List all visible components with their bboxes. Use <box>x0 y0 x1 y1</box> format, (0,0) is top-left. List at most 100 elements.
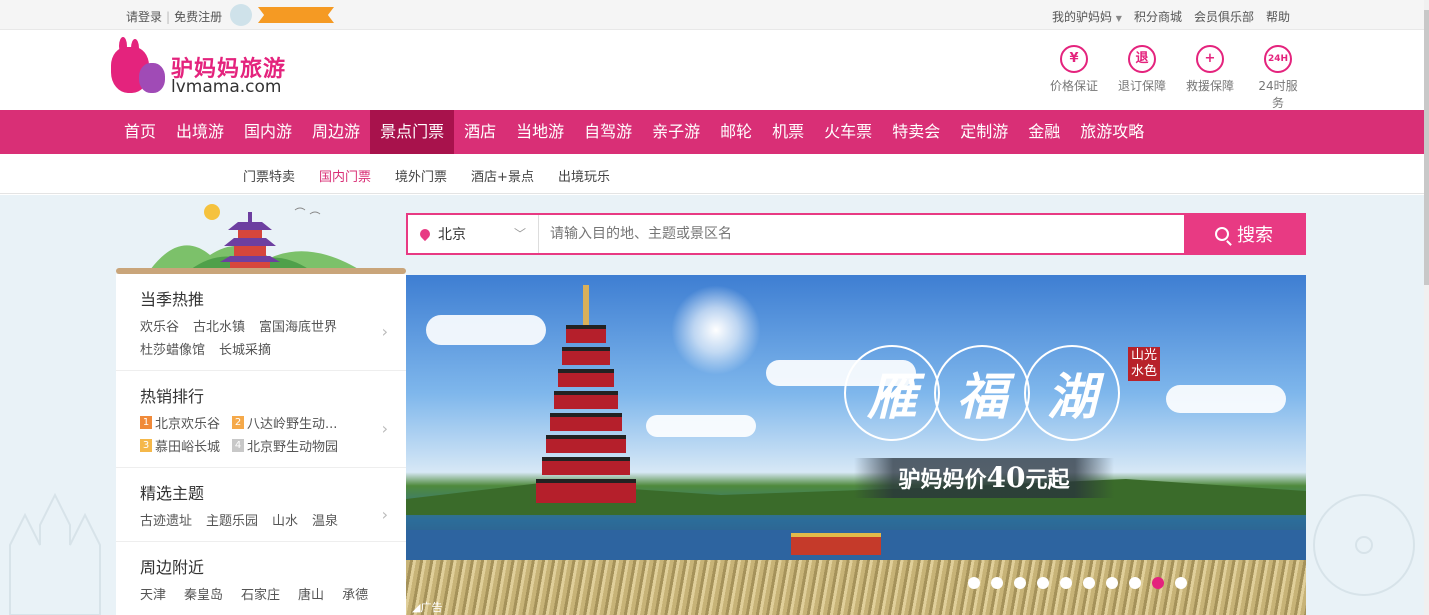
link-item[interactable]: 长城采摘 <box>219 339 271 358</box>
carousel-dot[interactable] <box>1083 577 1095 589</box>
guarantee-rescue[interactable]: + 救援保障 <box>1185 45 1235 111</box>
nav-flights[interactable]: 机票 <box>762 110 814 154</box>
cloud <box>1166 385 1286 413</box>
promo-badge[interactable] <box>230 4 334 26</box>
rank-name: 北京野生动物园 <box>247 440 339 455</box>
nav-local[interactable]: 当地游 <box>506 110 574 154</box>
nav-tickets[interactable]: 景点门票 <box>370 110 455 160</box>
link-item[interactable]: 富国海底世界 <box>259 316 337 335</box>
search-icon <box>1215 227 1229 241</box>
guarantee-label: 退订保障 <box>1117 79 1166 93</box>
nav-selfdrive[interactable]: 自驾游 <box>574 110 642 154</box>
my-account-menu[interactable]: 我的驴妈妈 ▼ <box>1052 8 1122 25</box>
price-prefix: 驴妈妈价 <box>898 467 987 493</box>
nav-guides[interactable]: 旅游攻略 <box>1070 110 1154 154</box>
nav-outbound[interactable]: 出境游 <box>166 110 234 154</box>
link-item[interactable]: 秦皇岛 <box>184 584 223 603</box>
rank-item[interactable]: 2 八达岭野生动... <box>232 413 337 432</box>
link-item[interactable]: 杜莎蜡像馆 <box>140 339 205 358</box>
location-pin-icon <box>417 226 433 242</box>
link-item[interactable]: 唐山 <box>298 584 324 603</box>
page-scrollbar[interactable] <box>1424 0 1429 615</box>
city-label: 北京 <box>438 227 466 243</box>
price-value: 40 <box>986 461 1026 494</box>
carousel-dot[interactable] <box>1175 577 1187 589</box>
rescue-icon: + <box>1196 45 1224 73</box>
chevron-right-icon[interactable]: › <box>382 505 388 524</box>
subnav-overseas-fun[interactable]: 出境玩乐 <box>558 166 610 185</box>
guarantee-24h[interactable]: 24H 24时服务 <box>1253 45 1303 111</box>
title-char: 福 <box>934 345 1030 441</box>
nav-trains[interactable]: 火车票 <box>814 110 882 154</box>
section-themes: 精选主题 古迹遗址 主题乐园 山水 温泉 › <box>116 468 406 542</box>
pagoda-tier <box>558 369 614 387</box>
nav-sale[interactable]: 特卖会 <box>882 110 950 154</box>
site-logo[interactable]: 驴妈妈旅游 lvmama.com <box>111 37 301 99</box>
search-input[interactable] <box>540 215 1186 253</box>
carousel-dot[interactable] <box>1037 577 1049 589</box>
subnav-domestic-tickets[interactable]: 国内门票 <box>319 166 371 185</box>
link-item[interactable]: 承德 <box>342 584 368 603</box>
carousel-dot[interactable] <box>991 577 1003 589</box>
ferris-wheel-decoration-icon <box>1313 494 1415 596</box>
refund-icon: 退 <box>1128 45 1156 73</box>
sub-nav: 门票特卖 国内门票 境外门票 酒店+景点 出境玩乐 <box>0 154 1424 194</box>
rank-item[interactable]: 3 慕田峪长城 <box>140 436 220 455</box>
logo-donkey-small <box>139 63 165 93</box>
subnav-ticket-sale[interactable]: 门票特卖 <box>243 166 295 185</box>
pagoda-spire <box>583 285 589 325</box>
city-selector[interactable]: 北京 ﹀ <box>408 215 539 253</box>
link-item[interactable]: 古迹遗址 <box>140 510 192 529</box>
help-link[interactable]: 帮助 <box>1266 8 1290 25</box>
link-item[interactable]: 天津 <box>140 584 166 603</box>
carousel-dot[interactable] <box>1014 577 1026 589</box>
nav-cruise[interactable]: 邮轮 <box>710 110 762 154</box>
rank-item[interactable]: 4 北京野生动物园 <box>232 436 338 455</box>
boat <box>791 533 881 555</box>
pagoda-tier <box>550 413 622 431</box>
ranking-list: 1 北京欢乐谷 2 八达岭野生动... 3 慕田峪长城 4 北京野生动物园 <box>140 413 380 467</box>
link-item[interactable]: 山水 <box>272 510 298 529</box>
nav-finance[interactable]: 金融 <box>1018 110 1070 154</box>
chevron-right-icon[interactable]: › <box>382 419 388 438</box>
search-button[interactable]: 搜索 <box>1184 215 1304 253</box>
link-item[interactable]: 主题乐园 <box>206 510 258 529</box>
nav-domestic[interactable]: 国内游 <box>234 110 302 154</box>
link-group: 天津 秦皇岛 石家庄 唐山 承德 <box>140 584 380 615</box>
carousel-dot[interactable] <box>1106 577 1118 589</box>
rank-item[interactable]: 1 北京欢乐谷 <box>140 413 220 432</box>
carousel-dot[interactable] <box>1129 577 1141 589</box>
carousel-dot[interactable] <box>1060 577 1072 589</box>
nav-home[interactable]: 首页 <box>114 110 166 154</box>
scrollbar-thumb[interactable] <box>1424 10 1429 285</box>
logo-text-en: lvmama.com <box>171 77 282 97</box>
chevron-down-icon: ▼ <box>1115 14 1122 23</box>
points-mall-link[interactable]: 积分商城 <box>1134 8 1182 25</box>
rank-name: 北京欢乐谷 <box>155 417 221 432</box>
register-link[interactable]: 免费注册 <box>174 8 222 25</box>
carousel-dot-active[interactable] <box>1152 577 1164 589</box>
link-item[interactable]: 石家庄 <box>241 584 280 603</box>
login-link[interactable]: 请登录 <box>126 8 162 25</box>
nav-hotel[interactable]: 酒店 <box>454 110 506 154</box>
link-item[interactable]: 古北水镇 <box>193 316 245 335</box>
link-group: 欢乐谷 古北水镇 富国海底世界 杜莎蜡像馆 长城采摘 <box>140 316 380 370</box>
hero-banner[interactable]: 雁 福 湖 山光水色 驴妈妈价40元起 ◢广告 <box>406 275 1306 615</box>
nav-custom[interactable]: 定制游 <box>950 110 1018 154</box>
temple-illustration-icon <box>150 204 360 270</box>
rank-number: 4 <box>232 439 245 452</box>
ad-text: 广告 <box>420 601 443 614</box>
link-item[interactable]: 温泉 <box>312 510 338 529</box>
rank-name: 慕田峪长城 <box>155 440 221 455</box>
section-title: 精选主题 <box>140 484 205 503</box>
chevron-right-icon[interactable]: › <box>382 322 388 341</box>
carousel-dot[interactable] <box>968 577 980 589</box>
nav-nearby[interactable]: 周边游 <box>302 110 370 154</box>
club-link[interactable]: 会员俱乐部 <box>1194 8 1254 25</box>
guarantee-refund[interactable]: 退 退订保障 <box>1117 45 1167 111</box>
guarantee-price[interactable]: ¥ 价格保证 <box>1049 45 1099 111</box>
nav-family[interactable]: 亲子游 <box>642 110 710 154</box>
link-item[interactable]: 欢乐谷 <box>140 316 179 335</box>
subnav-hotel-scenic[interactable]: 酒店+景点 <box>471 166 534 185</box>
subnav-overseas-tickets[interactable]: 境外门票 <box>395 166 447 185</box>
